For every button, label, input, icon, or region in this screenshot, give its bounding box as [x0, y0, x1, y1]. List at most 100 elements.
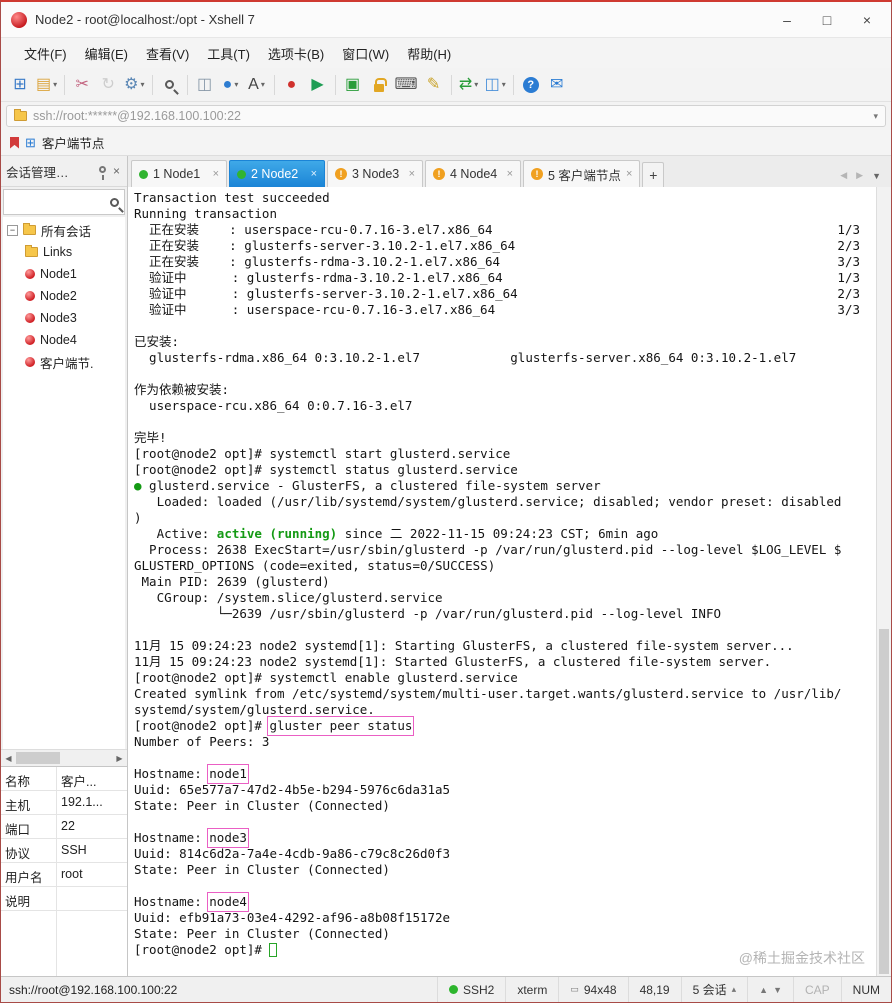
file-transfer-icon[interactable]: ⇄ ▾ — [456, 71, 482, 98]
tree-item-6[interactable]: 客户端节. — [3, 351, 125, 373]
tree-item-2[interactable]: Node1 — [3, 263, 125, 285]
reconnect-icon[interactable]: ↻ — [95, 71, 121, 98]
new-session-icon[interactable]: ⊞ — [7, 71, 33, 98]
help-icon[interactable]: ? — [518, 71, 544, 98]
terminal-line: └─2639 /usr/sbin/glusterd -p /var/run/gl… — [134, 606, 860, 622]
pin-icon[interactable] — [98, 165, 106, 180]
session-search-input[interactable] — [9, 195, 106, 209]
menu-item-5[interactable]: 选项卡(B) — [259, 40, 333, 67]
status-terminal-type[interactable]: xterm — [505, 977, 558, 1002]
session-tree: − 所有会话 Links Node1 Node2 Node3 Node4 客户端节. — [3, 217, 125, 749]
terminal-line: 验证中 : userspace-rcu-0.7.16-3.el7.x86_64 3… — [134, 302, 860, 318]
dropdown-arrow-icon[interactable]: ▾ — [474, 80, 478, 89]
toolbar-separator — [512, 74, 514, 95]
menu-item-4[interactable]: 工具(T) — [198, 40, 259, 67]
scroll-thumb[interactable] — [16, 752, 60, 764]
close-button[interactable]: × — [847, 5, 887, 35]
duplicate-session-icon[interactable]: ◫ — [192, 71, 218, 98]
tab-close-icon[interactable]: × — [311, 168, 317, 180]
record-icon[interactable]: ● — [279, 71, 305, 98]
terminal-output[interactable]: Transaction test succeeded Running transa… — [128, 187, 876, 976]
download-arrow-icon: ▼ — [773, 984, 782, 995]
search-icon[interactable] — [110, 197, 119, 207]
terminal-line: Running transaction — [134, 206, 860, 222]
scroll-left-icon[interactable]: ◀ — [1, 754, 16, 763]
tab-close-icon[interactable]: × — [507, 168, 513, 180]
tab-close-icon[interactable]: × — [213, 168, 219, 180]
bookmark-flag-icon[interactable] — [10, 136, 19, 149]
layout-icon[interactable]: ◫ ▾ — [482, 71, 509, 98]
tab-scroll-left-icon[interactable]: ◀ — [840, 170, 847, 181]
tree-root[interactable]: − 所有会话 — [3, 219, 125, 241]
tab-list-icon[interactable]: ▼ — [872, 171, 881, 181]
bookmark-label[interactable]: 客户端节点 — [42, 133, 105, 152]
terminal-line: Uuid: efb91a73-03e4-4292-af96-a8b08f1517… — [134, 910, 860, 926]
disconnect-icon[interactable]: ✂ — [69, 71, 95, 98]
tab-5[interactable]: ! 5 客户端节点 × — [523, 160, 641, 187]
menu-item-3[interactable]: 查看(V) — [137, 40, 198, 67]
new-tab-button[interactable]: + — [642, 162, 665, 187]
tab-2[interactable]: 2 Node2 × — [229, 160, 325, 187]
menu-item-2[interactable]: 编辑(E) — [76, 40, 137, 67]
open-session-icon[interactable]: ▤ ▾ — [33, 71, 60, 98]
terminal-text: Hostname: — [134, 830, 210, 845]
property-value: root — [61, 867, 83, 881]
scroll-right-icon[interactable]: ▶ — [112, 754, 127, 763]
tab-1[interactable]: 1 Node1 × — [131, 160, 227, 187]
property-row: 协议 SSH — [1, 839, 127, 863]
tree-item-4[interactable]: Node3 — [3, 307, 125, 329]
terminal-text: [root@node2 opt]# systemctl status glust… — [134, 462, 518, 477]
session-list-arrow-icon[interactable]: ▴ — [732, 984, 737, 995]
dropdown-arrow-icon[interactable]: ▾ — [234, 80, 238, 89]
session-panel-close-icon[interactable]: × — [111, 164, 122, 178]
duplicate-session-icon-glyph: ◫ — [196, 75, 213, 93]
terminal-scroll-thumb[interactable] — [879, 628, 889, 974]
terminal-text: GLUSTERD_OPTIONS (code=exited, status=0/… — [134, 558, 496, 573]
dropdown-arrow-icon[interactable]: ▾ — [53, 80, 57, 89]
dropdown-arrow-icon[interactable]: ▾ — [261, 80, 265, 89]
property-row: 端口 22 — [1, 815, 127, 839]
terminal-text: 正在安装 : userspace-rcu-0.7.16-3.el7.x86_64 — [134, 222, 493, 237]
font-icon[interactable]: A ▾ — [244, 71, 270, 98]
session-properties-icon[interactable]: ⚙ ▾ — [121, 71, 147, 98]
menu-item-6[interactable]: 窗口(W) — [333, 40, 398, 67]
tab-scroll-right-icon[interactable]: ▶ — [856, 170, 863, 181]
minimize-button[interactable]: – — [767, 5, 807, 35]
property-row: 主机 192.1... — [1, 791, 127, 815]
menu-item-7[interactable]: 帮助(H) — [398, 40, 460, 67]
terminal-cursor — [269, 943, 278, 957]
lock-icon[interactable] — [366, 71, 392, 98]
upload-arrow-icon: ▲ — [759, 984, 769, 995]
keyboard-icon[interactable]: ⌨ — [392, 71, 421, 98]
terminal-line: userspace-rcu.x86_64 0:0.7.16-3.el7 — [134, 398, 860, 414]
menu-item-1[interactable]: 文件(F) — [15, 40, 76, 67]
terminal-text: ● — [134, 478, 142, 493]
tab-close-icon[interactable]: × — [626, 168, 632, 180]
tab-4[interactable]: ! 4 Node4 × — [425, 160, 521, 187]
highlighter-icon[interactable]: ✎ — [421, 71, 447, 98]
tree-item-3[interactable]: Node2 — [3, 285, 125, 307]
globe-icon[interactable]: ● ▾ — [218, 71, 244, 98]
maximize-button[interactable]: □ — [807, 5, 847, 35]
run-script-icon[interactable]: ▶ — [305, 71, 331, 98]
tab-close-icon[interactable]: × — [409, 168, 415, 180]
tab-3[interactable]: ! 3 Node3 × — [327, 160, 423, 187]
dropdown-arrow-icon[interactable]: ▾ — [140, 80, 144, 89]
address-dropdown-icon[interactable]: ▾ — [873, 111, 878, 122]
session-panel-title: 会话管理… — [6, 165, 69, 180]
feedback-icon[interactable]: ✉ — [544, 71, 570, 98]
tree-item-1[interactable]: Links — [3, 241, 125, 263]
collapse-icon[interactable]: − — [7, 224, 18, 236]
scroll-track[interactable] — [16, 750, 112, 766]
dropdown-arrow-icon[interactable]: ▾ — [502, 80, 506, 89]
status-session-count[interactable]: 5 会话 ▴ — [680, 977, 748, 1002]
tree-horizontal-scrollbar[interactable]: ◀ ▶ — [1, 749, 127, 766]
terminal-text: [root@node2 opt]# systemctl start gluste… — [134, 446, 511, 461]
find-icon[interactable] — [157, 71, 183, 98]
address-field[interactable]: ssh://root:******@192.168.100.100:22 ▾ — [6, 105, 886, 127]
terminal-text: 正在安装 : glusterfs-rdma-3.10.2-1.el7.x86_6… — [134, 254, 501, 269]
tree-item-5[interactable]: Node4 — [3, 329, 125, 351]
bookmark-window-icon[interactable]: ⊞ — [25, 135, 36, 151]
fullscreen-icon[interactable]: ▣ — [340, 71, 366, 98]
terminal-scrollbar[interactable] — [876, 187, 891, 976]
